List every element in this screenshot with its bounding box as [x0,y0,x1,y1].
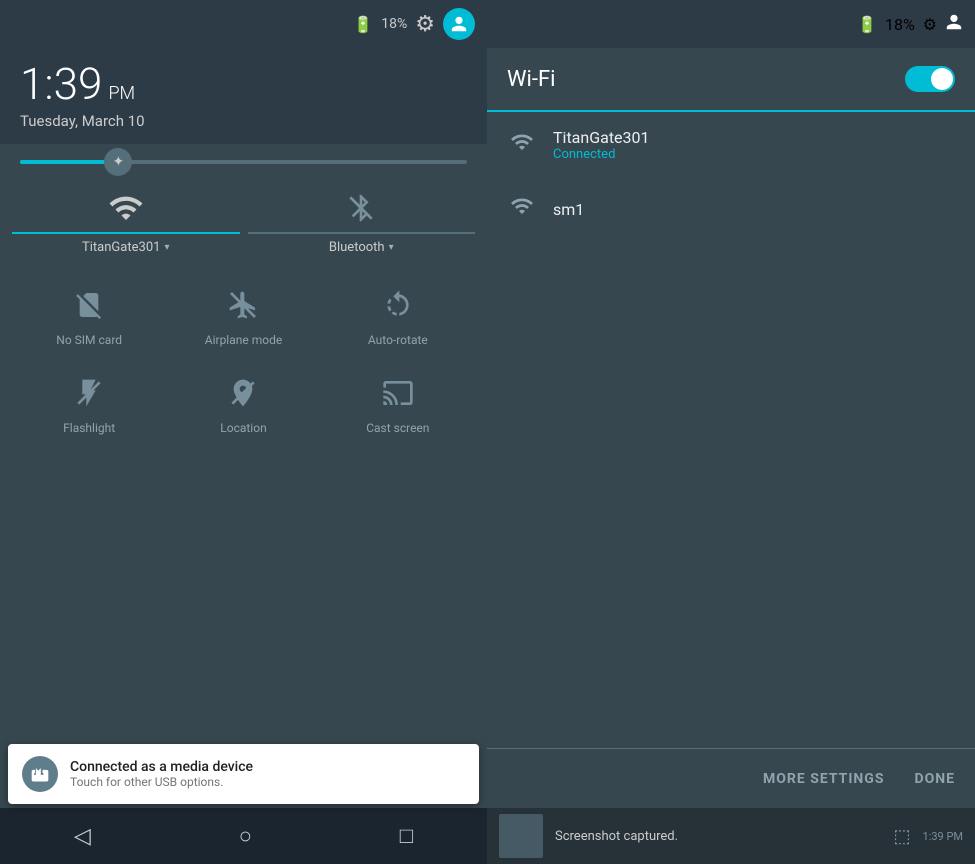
wifi-toggle-thumb [931,68,953,90]
quick-toggle-location[interactable]: Location [166,359,320,447]
wifi-label-row[interactable]: TitanGate301 ▾ [82,240,169,255]
airplane-icon [221,283,265,327]
wifi-info-2: sm1 [553,200,955,219]
quick-settings-panel: TitanGate301 ▾ Bluetooth ▾ [0,144,487,808]
quick-toggle-cast[interactable]: Cast screen [321,359,475,447]
left-battery-percent: 18% [381,16,407,32]
no-sim-label: No SIM card [56,333,122,347]
more-settings-button[interactable]: MORE SETTINGS [763,771,884,787]
right-battery-percent: 18% [885,15,915,34]
done-button[interactable]: DONE [914,771,955,787]
wifi-signal-icon-2 [507,194,537,224]
wifi-network-name: TitanGate301 [82,240,160,255]
date-display: Tuesday, March 10 [20,112,467,130]
bluetooth-icon-container[interactable] [248,184,476,234]
wifi-name-2: sm1 [553,200,955,219]
right-battery-icon: 🔋 [857,15,877,34]
time-ampm: PM [108,83,135,104]
wifi-header: Wi-Fi [487,48,975,112]
quick-toggle-flashlight[interactable]: Flashlight [12,359,166,447]
battery-icon: 🔋 [353,15,373,34]
quick-toggle-airplane[interactable]: Airplane mode [166,271,320,359]
autorotate-icon [376,283,420,327]
time-display: 1:39 [20,58,102,110]
back-button[interactable]: ◁ [74,824,91,849]
screenshot-share-icon[interactable]: ⬚ [894,826,911,847]
right-user-avatar[interactable] [945,13,963,35]
airplane-label: Airplane mode [205,333,282,347]
wifi-toggle-switch[interactable] [905,66,955,92]
location-label: Location [220,421,266,435]
wifi-toggle-item[interactable]: TitanGate301 ▾ [12,184,240,255]
bluetooth-label-row[interactable]: Bluetooth ▾ [329,240,394,255]
right-status-bar: 🔋 18% ⚙ [487,0,975,48]
wifi-signal-icon-1 [507,130,537,160]
screenshot-text: Screenshot captured. [555,829,882,844]
usb-notification-text: Connected as a media device Touch for ot… [70,759,253,789]
user-avatar[interactable] [443,8,475,40]
wifi-status-1: Connected [553,147,955,162]
time-section: 1:39 PM Tuesday, March 10 [0,48,487,144]
wifi-title: Wi-Fi [507,67,555,92]
wifi-info-1: TitanGate301 Connected [553,128,955,162]
brightness-row[interactable] [12,160,475,164]
quick-toggle-autorotate[interactable]: Auto-rotate [321,271,475,359]
quick-toggle-no-sim[interactable]: No SIM card [12,271,166,359]
home-button[interactable]: ○ [239,823,252,849]
no-sim-icon [67,283,111,327]
left-status-bar: 🔋 18% ⚙ [0,0,487,48]
screenshot-notification[interactable]: Screenshot captured. ⬚ 1:39 PM [487,808,975,864]
wifi-network-list: TitanGate301 Connected sm1 [487,112,975,748]
autorotate-label: Auto-rotate [368,333,428,347]
flashlight-icon [67,371,111,415]
wifi-action-buttons: MORE SETTINGS DONE [487,748,975,808]
left-panel: 🔋 18% ⚙ 1:39 PM Tuesday, March 10 [0,0,487,864]
bottom-nav: ◁ ○ □ [0,808,487,864]
wifi-bluetooth-row: TitanGate301 ▾ Bluetooth ▾ [12,184,475,255]
wifi-chevron: ▾ [164,242,169,253]
cast-icon [376,371,420,415]
flashlight-label: Flashlight [63,421,115,435]
settings-icon[interactable]: ⚙ [415,12,435,37]
usb-notification[interactable]: Connected as a media device Touch for ot… [8,744,479,804]
bluetooth-chevron: ▾ [389,242,394,253]
brightness-thumb[interactable] [104,148,132,176]
screenshot-time: 1:39 PM [923,830,963,843]
usb-icon [22,756,58,792]
location-icon [221,371,265,415]
right-panel: 🔋 18% ⚙ Wi-Fi TitanGate301 Connected [487,0,975,864]
wifi-item-titangate[interactable]: TitanGate301 Connected [487,112,975,178]
bluetooth-label: Bluetooth [329,240,385,255]
brightness-slider[interactable] [20,160,467,164]
cast-label: Cast screen [366,421,429,435]
recent-button[interactable]: □ [400,823,413,849]
wifi-name-1: TitanGate301 [553,128,955,147]
wifi-item-sm1[interactable]: sm1 [487,178,975,240]
usb-notif-subtitle: Touch for other USB options. [70,775,253,789]
wifi-icon-container[interactable] [12,184,240,234]
right-settings-icon[interactable]: ⚙ [923,15,937,34]
bluetooth-toggle-item[interactable]: Bluetooth ▾ [248,184,476,255]
usb-notif-title: Connected as a media device [70,759,253,775]
quick-toggle-grid: No SIM card Airplane mode [12,271,475,447]
screenshot-thumbnail [499,814,543,858]
